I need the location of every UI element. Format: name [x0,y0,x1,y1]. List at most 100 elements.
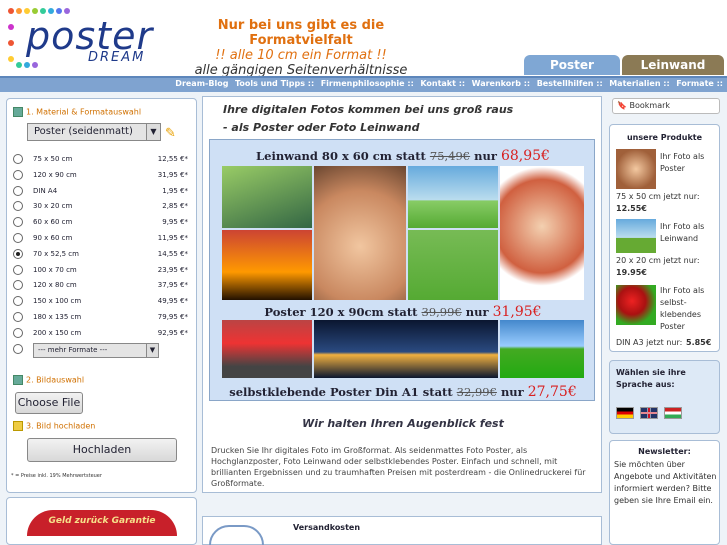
format-radio[interactable] [13,185,23,196]
jumping-woman-photo [408,166,498,228]
format-radio[interactable] [13,217,23,228]
format-name: 200 x 150 cm [33,328,82,337]
format-row[interactable]: DIN A4 1,95 €* [13,185,188,200]
description: Drucken Sie Ihr digitales Foto im Großfo… [211,446,586,488]
pencil-icon[interactable]: ✎ [165,126,176,141]
nav-tools[interactable]: Tools und Tipps :: [235,79,314,88]
format-price: 12,55 €* [157,155,188,163]
order-panel: 1. Material & Formatauswahl Poster (seid… [6,98,197,493]
nav-blog[interactable]: Dream-Blog [175,79,228,88]
format-name: 75 x 50 cm [33,155,73,163]
product-caption[interactable]: Ihr Foto als Leinwand [660,221,718,245]
nav-formats[interactable]: Formate :: [676,79,723,88]
newsletter-box: Newsletter: Sie möchten über Angebote un… [609,440,720,545]
format-row[interactable]: 90 x 60 cm 11,95 €* [13,232,188,247]
guarantee-badge[interactable]: Geld zurück Garantie [6,497,197,545]
upload-icon [13,421,23,431]
format-radio[interactable] [13,201,23,212]
choose-file-button[interactable]: Choose File [15,392,83,414]
format-price: 79,95 €* [157,313,188,321]
flag-en-icon[interactable] [640,407,658,419]
format-row[interactable]: 75 x 50 cm 12,55 €* [13,153,188,168]
logo-dot [8,8,14,14]
format-row[interactable]: 30 x 20 cm 2,85 €* [13,200,188,215]
format-row[interactable]: 60 x 60 cm 9,95 €* [13,216,188,231]
logo-dot [24,62,30,68]
product-size: 75 x 50 cm jetzt nur: [616,192,700,201]
flag-hu-icon[interactable] [664,407,682,419]
tab-leinwand[interactable]: Leinwand [622,55,724,75]
format-radio[interactable] [13,248,23,259]
product-size: 20 x 20 cm jetzt nur: [616,256,700,265]
format-row[interactable]: 150 x 100 cm 49,95 €* [13,295,188,310]
format-row[interactable]: 120 x 90 cm 31,95 €* [13,169,188,184]
product-caption[interactable]: Ihr Foto als selbst-klebendes Poster [660,285,718,333]
product-sticker-thumb[interactable] [616,285,656,325]
format-row[interactable]: 70 x 52,5 cm 14,55 €* [13,248,188,263]
product-canvas-thumb[interactable] [616,219,656,253]
promo-mid: nur [474,149,497,163]
format-row[interactable]: 120 x 80 cm 37,95 €* [13,279,188,294]
logo-dot [16,62,22,68]
format-radio[interactable] [13,312,23,322]
format-price: 92,95 €* [157,328,188,337]
header: poster DREAM Nur bei uns gibt es die For… [0,0,727,78]
nav-materials[interactable]: Materialien :: [609,79,669,88]
promo-old-price: 39,99€ [421,305,462,319]
format-radio[interactable] [13,154,23,164]
format-name: 60 x 60 cm [33,218,73,227]
format-radio[interactable] [13,169,23,180]
shipping-link[interactable]: Versandkosten [293,523,360,532]
format-radio[interactable] [13,280,23,291]
nav-cart[interactable]: Warenkorb :: [472,79,530,88]
promo-mid: nur [500,385,524,399]
product-poster-thumb[interactable] [616,149,656,189]
format-radio[interactable] [13,327,23,338]
product-price: 5.85€ [686,338,712,347]
promo-text: Poster 120 x 90cm statt [264,305,418,319]
format-price: 31,95 €* [157,170,188,179]
promo-new-price: 27,75€ [527,384,577,400]
upload-button[interactable]: Hochladen [27,438,177,462]
tab-poster[interactable]: Poster [524,55,620,75]
flag-de-icon[interactable] [616,407,634,419]
shipping-box: Versandkosten [202,516,602,545]
promo-banner[interactable]: Leinwand 80 x 60 cm statt 75,49€ nur 68,… [209,139,595,401]
format-radio[interactable] [13,296,23,307]
nav-bar: Dream-Blog Tools und Tipps :: Firmenphil… [0,76,727,92]
format-radio[interactable] [13,233,23,243]
format-radio[interactable] [13,344,23,354]
promo-text: Leinwand 80 x 60 cm statt [256,149,426,163]
newsletter-title: Newsletter: [638,447,691,456]
format-radio[interactable] [13,264,23,275]
promo-mid: nur [465,305,489,319]
format-name: 70 x 52,5 cm [33,249,79,258]
logo-dot [8,24,14,30]
nav-philosophy[interactable]: Firmenphilosophie :: [321,79,414,88]
mother-baby-photo [314,166,406,300]
step2-label: 2. Bildauswahl [26,375,85,385]
product-caption[interactable]: Ihr Foto als Poster [660,151,718,175]
material-select[interactable]: Poster (seidenmatt) ▼ [27,123,161,141]
field-sky-photo [500,320,584,378]
format-row[interactable]: 200 x 150 cm 92,95 €* [13,327,188,342]
format-name: 120 x 80 cm [33,281,77,290]
logo[interactable]: poster DREAM [6,6,166,70]
nav-contact[interactable]: Kontakt :: [420,79,465,88]
format-name: 150 x 100 cm [33,297,82,306]
sunset-palm-photo [222,230,312,300]
slogan: Nur bei uns gibt es die Formatvielfalt !… [176,18,426,78]
guarantee-text: Geld zurück Garantie [27,510,177,536]
bookmark-icon: 🔖 [617,101,630,110]
format-row[interactable]: 180 x 135 cm 79,95 €* [13,311,188,326]
chevron-down-icon: ▼ [146,124,160,140]
bridge-night-photo [314,320,498,378]
nav-help[interactable]: Bestellhilfen :: [537,79,603,88]
format-row[interactable]: 100 x 70 cm 23,95 €* [13,264,188,279]
more-formats-select[interactable]: --- mehr Formate --- ▼ [33,343,159,358]
logo-dot [16,8,22,14]
logo-dot [32,62,38,68]
bookmark-button[interactable]: 🔖 Bookmark [612,98,720,114]
newsletter-text: Sie möchten über Angebote und Aktivitäte… [614,460,717,505]
format-name: 180 x 135 cm [33,313,82,321]
